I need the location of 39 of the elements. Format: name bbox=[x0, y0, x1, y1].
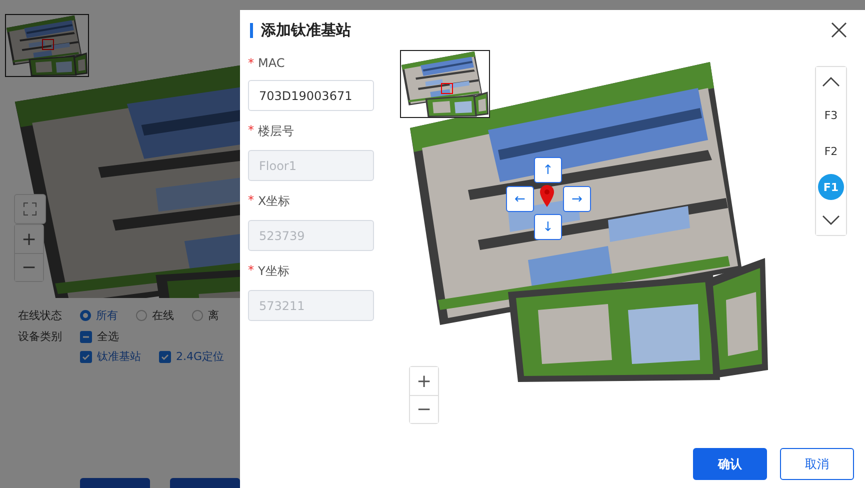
checkbox[interactable] bbox=[80, 330, 92, 342]
confirm-button[interactable]: 确认 bbox=[693, 448, 767, 480]
arrow-button[interactable]: ↑ bbox=[534, 157, 562, 183]
required-mark: * bbox=[248, 56, 254, 70]
required-mark: * bbox=[248, 263, 254, 279]
field-label: 楼层号 bbox=[258, 123, 294, 140]
viewport-marker bbox=[441, 83, 453, 94]
radio-button[interactable] bbox=[80, 310, 91, 321]
arrow-button[interactable]: ↓ bbox=[534, 214, 562, 240]
required-mark: * bbox=[248, 193, 254, 209]
option-label: 钛准基站 bbox=[97, 349, 141, 364]
floor-button[interactable]: F1 bbox=[818, 174, 844, 200]
checkmark-icon bbox=[161, 352, 169, 360]
input-field[interactable]: 703D19003671 bbox=[248, 80, 374, 111]
field-label: X坐标 bbox=[258, 193, 290, 210]
option-label: 2.4G定位 bbox=[176, 349, 224, 364]
option-label: 全选 bbox=[97, 329, 119, 344]
option-label: 在线 bbox=[152, 308, 174, 323]
field-label: MAC bbox=[258, 56, 285, 70]
zoom-out-button[interactable]: − bbox=[410, 395, 438, 423]
arrow-button[interactable]: → bbox=[563, 186, 591, 212]
radio-button[interactable] bbox=[192, 310, 203, 321]
dialog-title: 添加钛准基站 bbox=[250, 22, 351, 38]
required-mark: * bbox=[248, 123, 254, 139]
arrow-button[interactable]: ← bbox=[506, 186, 534, 212]
filter-label: 在线状态 bbox=[18, 308, 63, 323]
checkmark-icon bbox=[82, 352, 90, 360]
field-label: Y坐标 bbox=[258, 263, 290, 280]
fullscreen-icon[interactable] bbox=[14, 194, 46, 224]
radio-button[interactable] bbox=[136, 310, 147, 321]
option-label: 所有 bbox=[96, 308, 118, 323]
map-pin-icon bbox=[540, 185, 554, 207]
cancel-button[interactable]: 取消 bbox=[780, 448, 854, 480]
checkbox[interactable] bbox=[80, 350, 92, 362]
viewport-marker bbox=[42, 39, 54, 50]
checkbox[interactable] bbox=[159, 350, 171, 362]
option-label: 离 bbox=[208, 308, 219, 323]
filter-label: 设备类别 bbox=[18, 329, 63, 345]
zoom-out-button[interactable]: − bbox=[15, 253, 43, 281]
